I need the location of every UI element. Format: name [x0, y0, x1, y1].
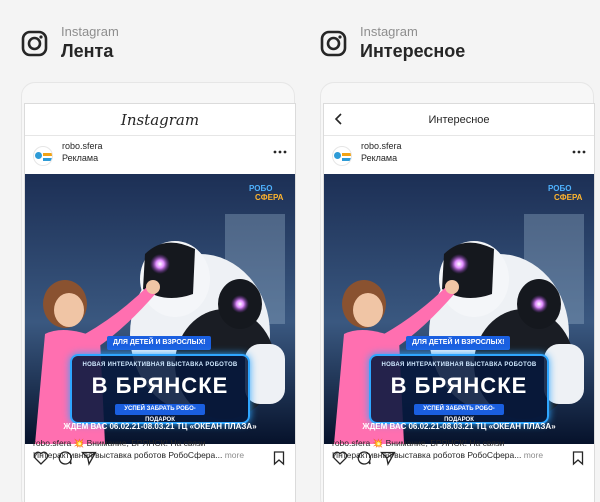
app-title: Instagram	[120, 111, 200, 129]
caption-more-link[interactable]: more	[524, 450, 543, 460]
instagram-icon	[320, 30, 347, 57]
sponsored-label: Реклама	[361, 153, 398, 163]
caption-account[interactable]: robo.sfera	[332, 438, 370, 448]
caption-line-2: Интерактивная выставка роботов РобоСфера…	[33, 450, 293, 460]
account-name[interactable]: robo.sfera	[62, 141, 103, 151]
instagram-icon	[21, 30, 48, 57]
caption-account[interactable]: robo.sfera	[33, 438, 71, 448]
placement-title: Лента	[61, 41, 114, 61]
phone-screen: Instagram robo.sfera Реклама РОБО СФЕРА …	[24, 103, 296, 502]
app-bar: Интересное	[324, 104, 594, 136]
caption-text-2: Интерактивная выставка роботов РобоСфера…	[332, 450, 522, 460]
placement-title: Интересное	[360, 41, 466, 61]
ad-creative-image[interactable]: РОБО СФЕРА ДЛЯ ДЕТЕЙ И ВЗРОСЛЫХ! НОВАЯ И…	[25, 174, 295, 444]
placement-header: Instagram Лента	[21, 24, 298, 64]
preview-column-feed: Instagram Лента Instagram robo.sfera Рек…	[21, 0, 298, 502]
promo-banner: НОВАЯ ИНТЕРАКТИВНАЯ ВЫСТАВКА РОБОТОВ В Б…	[369, 354, 549, 424]
phone-frame: Интересное robo.sfera Реклама РОБО СФЕРА…	[320, 82, 595, 502]
caption-emoji: 💥	[73, 438, 85, 448]
promo-gift: УСПЕЙ ЗАБРАТЬ РОБО-ПОДАРОК	[414, 404, 504, 423]
caption-line-1: robo.sfera 💥 Внимание, БРЯНСК! На связи	[332, 438, 592, 449]
promo-dates: ЖДЕМ ВАС 06.02.21-08.03.21 ТЦ «ОКЕАН ПЛА…	[63, 422, 257, 431]
platform-label: Instagram	[360, 24, 418, 39]
platform-label: Instagram	[61, 24, 119, 39]
avatar[interactable]	[33, 146, 53, 166]
post-header: robo.sfera Реклама	[25, 136, 295, 174]
caption-more-link[interactable]: more	[225, 450, 244, 460]
caption-line-2: Интерактивная выставка роботов РобоСфера…	[332, 450, 592, 460]
promo-subtitle: НОВАЯ ИНТЕРАКТИВНАЯ ВЫСТАВКА РОБОТОВ	[82, 362, 238, 368]
promo-dates: ЖДЕМ ВАС 06.02.21-08.03.21 ТЦ «ОКЕАН ПЛА…	[362, 422, 556, 431]
more-icon[interactable]	[572, 149, 586, 155]
promo-subtitle: НОВАЯ ИНТЕРАКТИВНАЯ ВЫСТАВКА РОБОТОВ	[381, 362, 537, 368]
promo-gift: УСПЕЙ ЗАБРАТЬ РОБО-ПОДАРОК	[115, 404, 205, 423]
placement-header: Instagram Интересное	[320, 24, 597, 64]
caption-line-1: robo.sfera 💥 Внимание, БРЯНСК! На связи	[33, 438, 293, 449]
caption-text-2: Интерактивная выставка роботов РобоСфера…	[33, 450, 223, 460]
caption-emoji: 💥	[372, 438, 384, 448]
more-icon[interactable]	[273, 149, 287, 155]
caption-text: Внимание, БРЯНСК! На связи	[385, 438, 505, 448]
caption-text: Внимание, БРЯНСК! На связи	[86, 438, 206, 448]
avatar[interactable]	[332, 146, 352, 166]
post-header: robo.sfera Реклама	[324, 136, 594, 174]
promo-tag: ДЛЯ ДЕТЕЙ И ВЗРОСЛЫХ!	[107, 336, 212, 350]
brand-logo: РОБО СФЕРА	[249, 184, 284, 202]
phone-screen: Интересное robo.sfera Реклама РОБО СФЕРА…	[323, 103, 595, 502]
brand-logo: РОБО СФЕРА	[548, 184, 583, 202]
promo-city: В БРЯНСКЕ	[91, 373, 229, 398]
account-name[interactable]: robo.sfera	[361, 141, 402, 151]
preview-column-explore: Instagram Интересное Интересное robo.sfe…	[320, 0, 597, 502]
app-bar: Instagram	[25, 104, 295, 136]
ad-creative-image[interactable]: РОБО СФЕРА ДЛЯ ДЕТЕЙ И ВЗРОСЛЫХ! НОВАЯ И…	[324, 174, 594, 444]
sponsored-label: Реклама	[62, 153, 99, 163]
promo-city: В БРЯНСКЕ	[390, 373, 528, 398]
app-title: Интересное	[428, 114, 490, 126]
phone-frame: Instagram robo.sfera Реклама РОБО СФЕРА …	[21, 82, 296, 502]
promo-banner: НОВАЯ ИНТЕРАКТИВНАЯ ВЫСТАВКА РОБОТОВ В Б…	[70, 354, 250, 424]
promo-tag: ДЛЯ ДЕТЕЙ И ВЗРОСЛЫХ!	[406, 336, 511, 350]
